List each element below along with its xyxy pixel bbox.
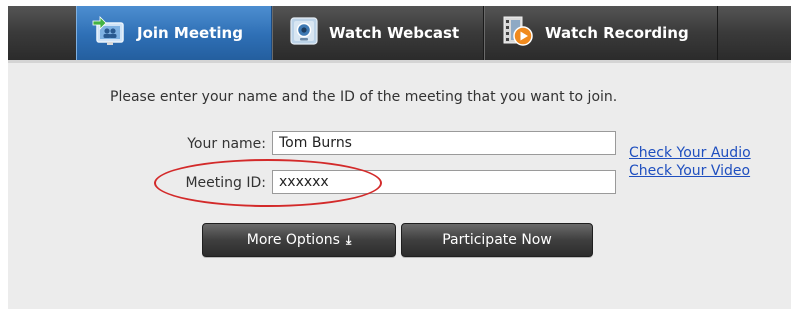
tab-label: Join Meeting [137,24,243,42]
more-options-label: More Options [246,232,340,248]
tab-join-meeting[interactable]: Join Meeting [76,6,272,60]
meeting-id-label: Meeting ID: [185,175,266,191]
double-chevron-down-icon: ⤓ [345,232,352,247]
join-form-panel: Please enter your name and the ID of the… [8,60,791,309]
recording-icon [501,14,535,52]
tab-label: Watch Webcast [329,24,460,42]
check-audio-link[interactable]: Check Your Audio [629,145,751,161]
join-meeting-page: Join Meeting Watch Webcast Watch Recordi… [0,0,791,309]
tab-label: Watch Recording [545,24,689,42]
join-meeting-icon [91,14,127,52]
tab-watch-webcast[interactable]: Watch Webcast [272,6,484,60]
tab-bar: Join Meeting Watch Webcast Watch Recordi… [8,6,791,61]
webcast-icon [289,16,319,50]
participate-now-button[interactable]: Participate Now [401,223,593,257]
participate-now-label: Participate Now [442,232,552,248]
more-options-button[interactable]: More Options ⤓ [202,223,396,257]
name-input[interactable] [272,131,616,155]
instruction-text: Please enter your name and the ID of the… [110,89,618,105]
tab-watch-recording[interactable]: Watch Recording [484,6,718,60]
check-video-link[interactable]: Check Your Video [629,163,750,179]
name-label: Your name: [187,136,266,152]
meeting-id-input[interactable] [272,170,616,194]
